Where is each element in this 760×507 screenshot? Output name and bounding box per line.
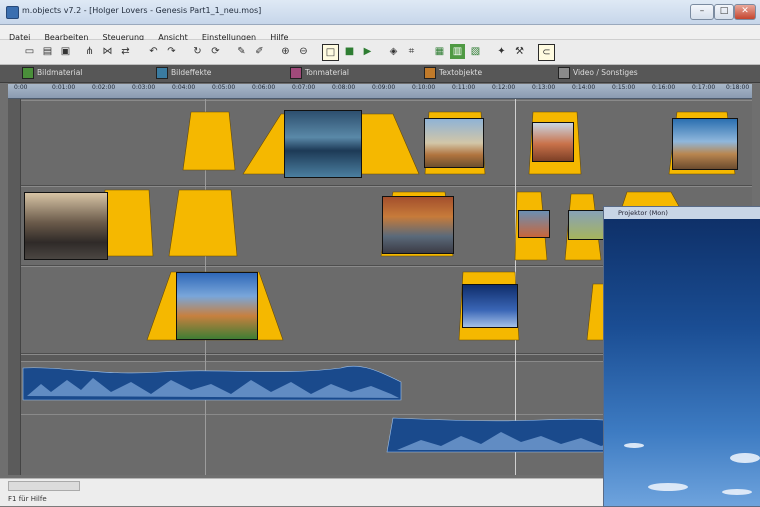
horizontal-scrollbar[interactable]	[8, 481, 80, 491]
ruler-tick: 0:09:00	[372, 84, 396, 91]
tab-label: Bildeffekte	[171, 68, 212, 77]
close-button[interactable]: ✕	[734, 4, 756, 20]
app-icon	[6, 6, 19, 19]
ruler-tick: 0:12:00	[492, 84, 516, 91]
maximize-button[interactable]: □	[714, 4, 734, 20]
photo-thumbnail-cliffs[interactable]	[382, 196, 454, 254]
ruler-tick: 0:15:00	[612, 84, 636, 91]
move-icon[interactable]: ⇄	[118, 44, 133, 59]
tab-textobjekte[interactable]: Textobjekte	[424, 67, 482, 79]
image-light-curve[interactable]	[182, 111, 236, 171]
menu-bar: Datei Bearbeiten Steuerung Ansicht Einst…	[0, 25, 760, 42]
track-header-strip[interactable]	[8, 99, 21, 475]
ruler-tick: 0:17:00	[692, 84, 716, 91]
ruler-tick: 0:04:00	[172, 84, 196, 91]
pipette-icon[interactable]: ✎	[234, 44, 249, 59]
image-effects-icon	[156, 67, 168, 79]
open-icon[interactable]: ▤	[40, 44, 55, 59]
save-icon[interactable]: ▣	[58, 44, 73, 59]
refresh-icon[interactable]: ↻	[190, 44, 205, 59]
photo-thumbnail-arch[interactable]	[532, 122, 574, 162]
time-ruler[interactable]: 0:00 0:01:00 0:02:00 0:03:00 0:04:00 0:0…	[8, 84, 752, 99]
ruler-tick: 0:00	[14, 84, 28, 91]
tab-label: Video / Sonstiges	[573, 68, 638, 77]
table-icon[interactable]: ▥	[450, 44, 465, 59]
ruler-tick: 0:10:00	[412, 84, 436, 91]
stop-icon[interactable]: ■	[342, 44, 357, 59]
join-icon[interactable]: ⋈	[100, 44, 115, 59]
zoom-in-icon[interactable]: ⊕	[278, 44, 293, 59]
zoom-out-icon[interactable]: ⊖	[296, 44, 311, 59]
app-window: m.objects v7.2 - [Holger Lovers - Genesi…	[0, 0, 760, 507]
ruler-tick: 0:14:00	[572, 84, 596, 91]
tool-tab-bar: Bildmaterial Bildeffekte Tonmaterial Tex…	[0, 65, 760, 83]
title-bar: m.objects v7.2 - [Holger Lovers - Genesi…	[0, 0, 760, 25]
ruler-tick: 0:02:00	[92, 84, 116, 91]
photo-thumbnail-monument[interactable]	[176, 272, 258, 340]
tab-bildmaterial[interactable]: Bildmaterial	[22, 67, 82, 79]
toolbar: ▭ ▤ ▣ ⋔ ⋈ ⇄ ↶ ↷ ↻ ⟳ ✎ ✐ ⊕ ⊖ □ ■ ▶ ◈ ⌗ ▦ …	[0, 40, 760, 65]
undo-icon[interactable]: ↶	[146, 44, 161, 59]
image-light-curve[interactable]	[100, 189, 154, 257]
ruler-tick: 0:18:00	[726, 84, 750, 91]
split-icon[interactable]: ⋔	[82, 44, 97, 59]
projector-preview-window[interactable]: Projektor (Mon)	[603, 206, 760, 507]
magnet-icon[interactable]: ⊂	[538, 44, 555, 61]
image-icon[interactable]: ▦	[432, 44, 447, 59]
photo-thumbnail-night-sky[interactable]	[462, 284, 518, 328]
tab-video-sonstiges[interactable]: Video / Sonstiges	[558, 67, 638, 79]
tab-tonmaterial[interactable]: Tonmaterial	[290, 67, 349, 79]
ruler-tick: 0:16:00	[652, 84, 676, 91]
sound-material-icon	[290, 67, 302, 79]
ruler-tick: 0:11:00	[452, 84, 476, 91]
marker-icon[interactable]: ⌗	[404, 44, 419, 59]
video-other-icon	[558, 67, 570, 79]
speaker-icon[interactable]: ◈	[386, 44, 401, 59]
cycle-icon[interactable]: ⟳	[208, 44, 223, 59]
cloud	[722, 489, 752, 495]
cloud	[648, 483, 688, 491]
cloud	[730, 453, 760, 463]
ruler-tick: 0:03:00	[132, 84, 156, 91]
window-title: m.objects v7.2 - [Holger Lovers - Genesi…	[22, 6, 262, 15]
text-objects-icon	[424, 67, 436, 79]
ruler-tick: 0:06:00	[252, 84, 276, 91]
preview-title: Projektor (Mon)	[604, 207, 760, 219]
photo-thumbnail-coast[interactable]	[24, 192, 108, 260]
photo-thumbnail-rock[interactable]	[424, 118, 484, 168]
redo-icon[interactable]: ↷	[164, 44, 179, 59]
ruler-tick: 0:13:00	[532, 84, 556, 91]
ruler-tick: 0:01:00	[52, 84, 76, 91]
photo-thumbnail-small[interactable]	[568, 210, 604, 240]
cloud	[624, 443, 644, 448]
clip-icon[interactable]: ▧	[468, 44, 483, 59]
image-light-curve[interactable]	[168, 189, 238, 257]
play-icon[interactable]: ▶	[360, 44, 375, 59]
minimize-button[interactable]: –	[690, 4, 714, 20]
pin-icon[interactable]: ✦	[494, 44, 509, 59]
tab-label: Tonmaterial	[305, 68, 349, 77]
select-frame-icon[interactable]: □	[322, 44, 339, 61]
image-material-icon	[22, 67, 34, 79]
ruler-tick: 0:07:00	[292, 84, 316, 91]
tab-bildeffekte[interactable]: Bildeffekte	[156, 67, 211, 79]
tab-label: Textobjekte	[439, 68, 483, 77]
ruler-tick: 0:05:00	[212, 84, 236, 91]
ruler-tick: 0:08:00	[332, 84, 356, 91]
new-icon[interactable]: ▭	[22, 44, 37, 59]
photo-thumbnail-salt-flats[interactable]	[284, 110, 362, 178]
tool-icon[interactable]: ⚒	[512, 44, 527, 59]
photo-thumbnail-canyon[interactable]	[672, 118, 738, 170]
tab-label: Bildmaterial	[37, 68, 83, 77]
status-text: F1 für Hilfe	[8, 495, 47, 503]
photo-thumbnail-small[interactable]	[518, 210, 550, 238]
brush-icon[interactable]: ✐	[252, 44, 267, 59]
